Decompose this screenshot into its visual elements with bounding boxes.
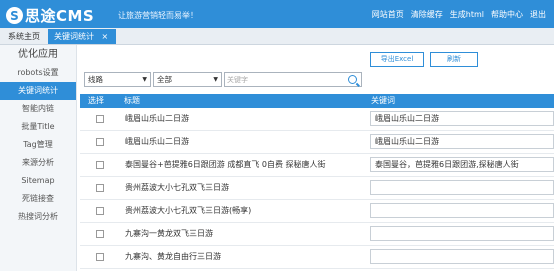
row-checkbox[interactable]	[96, 138, 104, 146]
sidebar-item-batch-title[interactable]: 批量Title	[0, 118, 76, 136]
type-select-value: 线路	[88, 75, 103, 84]
row-checkbox[interactable]	[96, 115, 104, 123]
nav-help-center[interactable]: 帮助中心	[491, 9, 523, 20]
sidebar-item-tag-management[interactable]: Tag管理	[0, 136, 76, 154]
app-slogan: 让旅游营销轻而易举！	[118, 11, 198, 20]
row-checkbox[interactable]	[96, 161, 104, 169]
keyword-search	[224, 72, 362, 87]
row-title: 峨眉山乐山二日游	[125, 114, 189, 123]
table-row: 九寨沟一黄龙双飞三日游	[80, 223, 554, 246]
header-keyword: 关键词	[371, 96, 395, 105]
top-nav: 网站首页 清除缓存 生成html 帮助中心 退出	[372, 9, 546, 20]
keyword-input[interactable]: 泰国曼谷，芭提雅6日跟团游,探秘唐人街	[370, 157, 554, 172]
table-row: 贵州荔波大小七孔双飞三日游	[80, 177, 554, 200]
keyword-input[interactable]	[370, 249, 554, 264]
nav-logout[interactable]: 退出	[530, 9, 546, 20]
type-select[interactable]: 线路 ▼	[84, 72, 151, 87]
refresh-button[interactable]: 刷新	[430, 52, 478, 67]
row-title: 峨眉山乐山二日游	[125, 137, 189, 146]
header-title: 标题	[124, 96, 140, 105]
tab-label: 关键词统计	[54, 32, 94, 41]
nav-clear-cache[interactable]: 清除缓存	[411, 9, 443, 20]
nav-generate-html[interactable]: 生成html	[450, 9, 484, 20]
app-logo[interactable]: S 思途CMS	[6, 5, 94, 26]
sidebar-item-robots[interactable]: robots设置	[0, 64, 76, 82]
keyword-input[interactable]	[370, 203, 554, 218]
keyword-input[interactable]	[370, 180, 554, 195]
chevron-down-icon: ▼	[142, 76, 147, 83]
logo-mark-icon: S	[6, 7, 23, 24]
table-row: 泰国曼谷+芭提雅6日跟团游 成都直飞 0自费 探秘唐人街 泰国曼谷，芭提雅6日跟…	[80, 154, 554, 177]
table-row: 峨眉山乐山二日游 峨眉山乐山二日游	[80, 108, 554, 131]
table-row: 峨眉山乐山二日游 峨眉山乐山二日游	[80, 131, 554, 154]
sidebar-item-smart-links[interactable]: 智能内链	[0, 100, 76, 118]
sidebar-heading: 优化应用	[18, 49, 58, 60]
scope-select-value: 全部	[157, 75, 172, 84]
row-title: 泰国曼谷+芭提雅6日跟团游 成都直飞 0自费 探秘唐人街	[125, 160, 326, 169]
tab-label: 系统主页	[8, 32, 40, 41]
header-select: 选择	[88, 96, 104, 105]
sidebar: 优化应用 robots设置 关键词统计 智能内链 批量Title Tag管理 来…	[0, 45, 77, 271]
row-checkbox[interactable]	[96, 184, 104, 192]
app-name: 思途CMS	[25, 7, 95, 25]
top-header: S 思途CMS 让旅游营销轻而易举！ 网站首页 清除缓存 生成html 帮助中心…	[0, 0, 554, 28]
chevron-down-icon: ▼	[213, 76, 218, 83]
sidebar-item-dead-links[interactable]: 死链接查	[0, 190, 76, 208]
search-icon[interactable]	[348, 75, 357, 84]
sidebar-item-hot-search[interactable]: 热搜词分析	[0, 208, 76, 226]
sidebar-item-keyword-stats[interactable]: 关键词统计	[0, 82, 76, 100]
tab-system-home[interactable]: 系统主页	[2, 29, 46, 44]
row-title: 贵州荔波大小七孔双飞三日游(畅享)	[125, 206, 252, 215]
row-checkbox[interactable]	[96, 253, 104, 261]
export-excel-button[interactable]: 导出Excel	[370, 52, 424, 67]
tab-keyword-stats[interactable]: 关键词统计 ×	[48, 29, 116, 44]
table-body: 峨眉山乐山二日游 峨眉山乐山二日游 峨眉山乐山二日游 峨眉山乐山二日游 泰国曼谷…	[80, 108, 554, 269]
keyword-input[interactable]: 峨眉山乐山二日游	[370, 111, 554, 126]
row-title: 贵州荔波大小七孔双飞三日游	[125, 183, 229, 192]
sidebar-item-source-analysis[interactable]: 来源分析	[0, 154, 76, 172]
table-header: 选择 标题 关键词	[80, 94, 554, 108]
table-row: 贵州荔波大小七孔双飞三日游(畅享)	[80, 200, 554, 223]
row-checkbox[interactable]	[96, 207, 104, 215]
row-title: 九寨沟、黄龙自由行三日游	[125, 252, 221, 261]
keyword-input[interactable]	[370, 226, 554, 241]
scope-select[interactable]: 全部 ▼	[153, 72, 222, 87]
tab-bar: 系统主页 关键词统计 ×	[0, 28, 554, 45]
nav-site-home[interactable]: 网站首页	[372, 9, 404, 20]
search-input[interactable]	[227, 73, 339, 86]
row-checkbox[interactable]	[96, 230, 104, 238]
keyword-input[interactable]: 峨眉山乐山二日游	[370, 134, 554, 149]
sidebar-item-sitemap[interactable]: Sitemap	[0, 172, 76, 190]
close-icon[interactable]: ×	[102, 32, 109, 41]
table-row: 九寨沟、黄龙自由行三日游	[80, 246, 554, 269]
row-title: 九寨沟一黄龙双飞三日游	[125, 229, 213, 238]
